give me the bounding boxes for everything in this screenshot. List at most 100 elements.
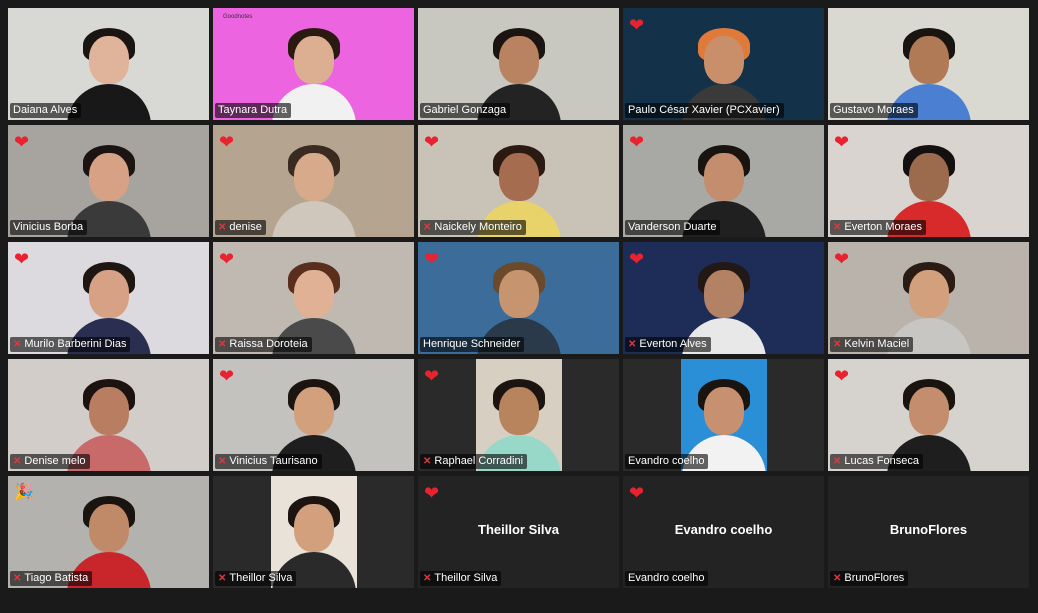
participant-tile[interactable]: ❤ ✕ Everton Moraes	[828, 125, 1029, 237]
heart-reaction-icon: ❤	[834, 132, 850, 152]
participant-tile[interactable]: ❤ ✕ Lucas Fonseca	[828, 359, 1029, 471]
participant-face	[88, 36, 129, 84]
mic-muted-icon: ✕	[218, 573, 227, 584]
participant-tile[interactable]: Evandro coelho	[623, 359, 824, 471]
participant-name-tag: ✕ Kelvin Maciel	[830, 337, 914, 352]
participant-tile[interactable]: ❤ ✕ Kelvin Maciel	[828, 242, 1029, 354]
mic-muted-icon: ✕	[218, 222, 227, 233]
participant-name: Everton Moraes	[844, 221, 923, 233]
participant-name: Murilo Barberini Dias	[24, 338, 127, 350]
mic-muted-icon: ✕	[218, 339, 227, 350]
mic-muted-icon: ✕	[833, 573, 842, 584]
heart-reaction-icon: ❤	[14, 249, 30, 269]
participant-name: Paulo César Xavier (PCXavier)	[628, 104, 780, 116]
participant-name-tag: ✕ Vinicius Taurisano	[215, 454, 322, 469]
participant-name: Vanderson Duarte	[628, 221, 717, 233]
participant-tile[interactable]: Theillor Silva ❤ ✕ Theillor Silva	[418, 476, 619, 588]
mic-muted-icon: ✕	[13, 573, 22, 584]
participant-tile[interactable]: ❤ ✕ Raphael Corradini	[418, 359, 619, 471]
participant-name-tag: ✕ Theillor Silva	[215, 571, 297, 586]
participant-name-tag: ✕ BrunoFlores	[830, 571, 909, 586]
participant-name: Gabriel Gonzaga	[423, 104, 507, 116]
video-grid: Daiana Alves Goodnotes Taynara Dutra Gabrie…	[8, 8, 1029, 588]
heart-reaction-icon: ❤	[424, 366, 440, 386]
participant-face	[88, 387, 129, 435]
participant-name: Tiago Batista	[24, 572, 89, 584]
participant-tile[interactable]: Evandro coelho ❤ Evandro coelho	[623, 476, 824, 588]
mic-muted-icon: ✕	[833, 339, 842, 350]
participant-name: Gustavo Moraes	[833, 104, 914, 116]
participant-tile[interactable]: Goodnotes Taynara Dutra	[213, 8, 414, 120]
participant-tile[interactable]: 🎉 ✕ Tiago Batista	[8, 476, 209, 588]
participant-name-tag: Evandro coelho	[625, 571, 709, 586]
participant-tile[interactable]: ✕ Denise melo	[8, 359, 209, 471]
heart-reaction-icon: ❤	[629, 249, 645, 269]
participant-name-tag: Gabriel Gonzaga	[420, 103, 511, 118]
participant-face	[293, 153, 334, 201]
participant-name-tag: Evandro coelho	[625, 454, 709, 469]
participant-name-tag: Vinicius Borba	[10, 220, 88, 235]
participant-tile[interactable]: ❤ Vanderson Duarte	[623, 125, 824, 237]
participant-tile[interactable]: ❤ Vinicius Borba	[8, 125, 209, 237]
participant-body	[271, 201, 356, 237]
participant-face	[908, 387, 949, 435]
heart-reaction-icon: ❤	[834, 249, 850, 269]
participant-silhouette	[266, 145, 362, 237]
participant-name: Vinicius Taurisano	[229, 455, 318, 467]
participant-name-tag: Gustavo Moraes	[830, 103, 918, 118]
mic-muted-icon: ✕	[423, 222, 432, 233]
participant-name: Everton Alves	[639, 338, 707, 350]
participant-tile[interactable]: ❤ ✕ Raissa Doroteia	[213, 242, 414, 354]
participant-tile[interactable]: ✕ Theillor Silva	[213, 476, 414, 588]
participant-name-tag: ✕ Everton Alves	[625, 337, 711, 352]
participant-name: Theillor Silva	[229, 572, 293, 584]
background-sign-text: Goodnotes	[223, 14, 253, 20]
heart-reaction-icon: ❤	[424, 132, 440, 152]
participant-face	[908, 153, 949, 201]
participant-name-tag: Henrique Schneider	[420, 337, 525, 352]
mic-muted-icon: ✕	[628, 339, 637, 350]
heart-reaction-icon: ❤	[219, 132, 235, 152]
participant-face	[703, 270, 744, 318]
participant-name: Daiana Alves	[13, 104, 78, 116]
mic-muted-icon: ✕	[13, 456, 22, 467]
heart-reaction-icon: ❤	[219, 366, 235, 386]
participant-name-tag: ✕ Theillor Silva	[420, 571, 502, 586]
mic-muted-icon: ✕	[833, 222, 842, 233]
participant-name: denise	[229, 221, 262, 233]
participant-face	[908, 270, 949, 318]
participant-tile[interactable]: Daiana Alves	[8, 8, 209, 120]
participant-tile[interactable]: Gustavo Moraes	[828, 8, 1029, 120]
heart-reaction-icon: ❤	[629, 483, 645, 503]
participant-tile[interactable]: ❤ Paulo César Xavier (PCXavier)	[623, 8, 824, 120]
participant-tile[interactable]: ❤ ✕ Everton Alves	[623, 242, 824, 354]
mic-muted-icon: ✕	[423, 456, 432, 467]
participant-face	[498, 153, 539, 201]
participant-tile[interactable]: BrunoFlores ✕ BrunoFlores	[828, 476, 1029, 588]
participant-face	[293, 504, 334, 552]
participant-name-tag: Daiana Alves	[10, 103, 82, 118]
participant-tile[interactable]: ❤ ✕ denise	[213, 125, 414, 237]
participant-name: Henrique Schneider	[423, 338, 521, 350]
mic-muted-icon: ✕	[423, 573, 432, 584]
heart-reaction-icon: ❤	[424, 483, 440, 503]
participant-tile[interactable]: ❤ Henrique Schneider	[418, 242, 619, 354]
participant-face	[293, 270, 334, 318]
participant-display-name: Theillor Silva	[478, 522, 559, 537]
participant-tile[interactable]: ❤ ✕ Vinicius Taurisano	[213, 359, 414, 471]
participant-tile[interactable]: Gabriel Gonzaga	[418, 8, 619, 120]
participant-tile[interactable]: ❤ ✕ Murilo Barberini Dias	[8, 242, 209, 354]
participant-face	[908, 36, 949, 84]
party-reaction-icon: 🎉	[14, 484, 34, 501]
participant-face	[88, 504, 129, 552]
participant-name: Kelvin Maciel	[844, 338, 910, 350]
participant-face	[498, 36, 539, 84]
participant-name-tag: Taynara Dutra	[215, 103, 292, 118]
participant-face	[293, 387, 334, 435]
participant-name: Lucas Fonseca	[844, 455, 919, 467]
participant-name-tag: ✕ Raissa Doroteia	[215, 337, 312, 352]
participant-face	[88, 153, 129, 201]
participant-tile[interactable]: ❤ ✕ Naickely Monteiro	[418, 125, 619, 237]
mic-muted-icon: ✕	[218, 456, 227, 467]
participant-name-tag: ✕ Murilo Barberini Dias	[10, 337, 131, 352]
